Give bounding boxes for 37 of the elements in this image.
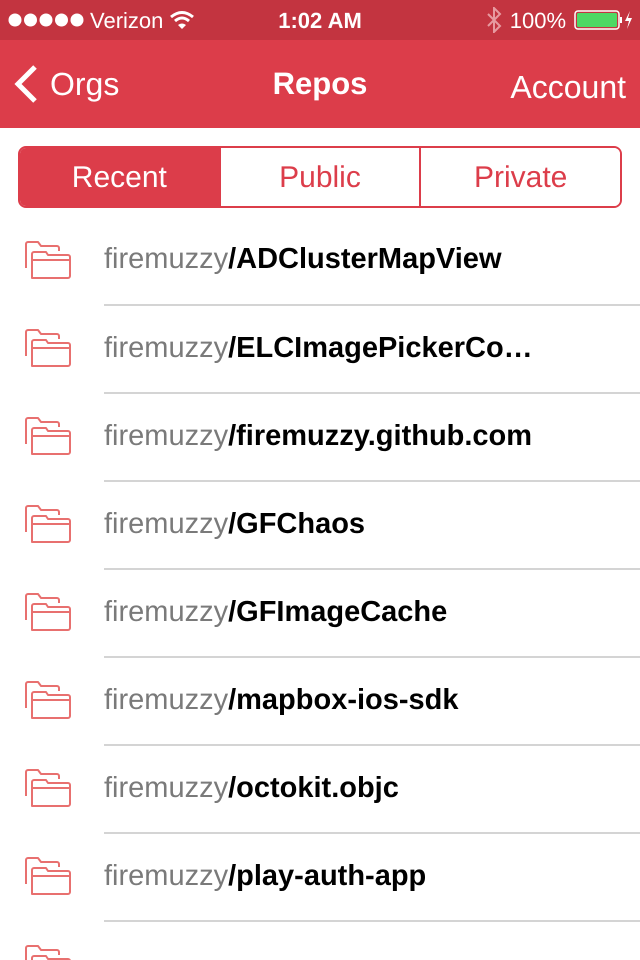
folder-icon (24, 856, 72, 896)
signal-icon (8, 13, 84, 27)
repo-name: firemuzzy/GFImageCache (104, 595, 448, 630)
repo-name: firemuzzy/GFChaos (104, 507, 366, 542)
repo-name: firemuzzy/firemuzzy.github.com (104, 419, 532, 454)
account-button[interactable]: Account (510, 57, 626, 111)
repo-name: firemuzzy/ADClusterMapView (104, 242, 502, 278)
folder-icon (24, 504, 72, 544)
repo-row[interactable]: firemuzzy/play-auth-app (0, 832, 640, 920)
screen-title: Repos (272, 64, 368, 103)
wifi-icon (169, 10, 196, 30)
repo-row[interactable]: firemuzzy/ELCImagePickerCo… (0, 304, 640, 392)
repo-row[interactable]: firemuzzy/ADClusterMapView (0, 216, 640, 304)
battery-percent: 100% (510, 6, 566, 34)
repo-name: firemuzzy/play-auth-app (104, 859, 426, 894)
repo-name: firemuzzy/octokit.objc (104, 771, 399, 806)
folder-icon (24, 328, 72, 368)
repo-row[interactable]: firemuzzy/GFImageCache (0, 568, 640, 656)
repo-row[interactable]: firemuzzy/octokit.objc (0, 744, 640, 832)
repo-name: firemuzzy/mapbox-ios-sdk (104, 683, 459, 718)
repo-name: firemuzzy/ELCImagePickerCo… (104, 331, 533, 366)
repo-row[interactable]: firemuzzy/firemuzzy.github.com (0, 392, 640, 480)
folder-icon (24, 768, 72, 808)
repo-row[interactable]: firemuzzy/mapbox-ios-sdk (0, 656, 640, 744)
bluetooth-icon (486, 7, 502, 33)
carrier-name: Verizon (90, 6, 164, 34)
repo-row[interactable]: firemuzzy/GFChaos (0, 480, 640, 568)
folder-icon (24, 240, 72, 280)
back-button[interactable]: Orgs (14, 60, 120, 108)
folder-icon (24, 680, 72, 720)
chevron-left-icon (14, 64, 38, 104)
battery-icon (574, 10, 632, 30)
segment-tab[interactable]: Recent (20, 148, 219, 206)
clock-time: 1:02 AM (278, 6, 362, 34)
folder-icon (24, 592, 72, 632)
folder-icon (24, 416, 72, 456)
segment-tab[interactable]: Private (419, 148, 620, 206)
